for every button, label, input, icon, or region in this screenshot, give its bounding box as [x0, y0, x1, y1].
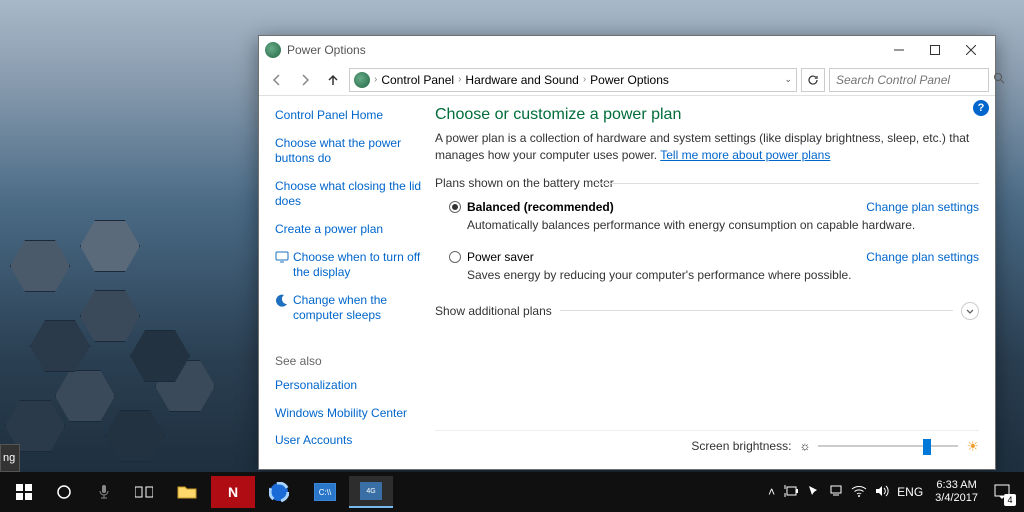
page-title: Choose or customize a power plan: [435, 106, 979, 124]
taskbar-app-netflix[interactable]: N: [211, 476, 255, 508]
volume-icon[interactable]: [875, 485, 889, 500]
breadcrumb-control-panel[interactable]: Control Panel: [381, 73, 454, 87]
taskbar-time: 6:33 AM: [935, 479, 978, 492]
plan-power-saver-change-link[interactable]: Change plan settings: [866, 250, 979, 264]
task-view-button[interactable]: [124, 472, 164, 512]
tray-overflow-icon[interactable]: ˄: [768, 485, 775, 499]
close-button[interactable]: [953, 36, 989, 64]
plan-balanced-name[interactable]: Balanced (recommended): [467, 200, 614, 214]
navigation-bar: › Control Panel › Hardware and Sound › P…: [259, 64, 995, 96]
notification-count: 4: [1004, 494, 1016, 506]
start-button[interactable]: [4, 472, 44, 512]
sidebar-closing-lid[interactable]: Choose what closing the lid does: [275, 179, 423, 210]
sidebar-control-panel-home[interactable]: Control Panel Home: [275, 108, 423, 124]
plan-power-saver: Power saver Change plan settings Saves e…: [449, 250, 979, 282]
power-options-window: Power Options › Control Panel › Hardware…: [258, 35, 996, 470]
plan-power-saver-desc: Saves energy by reducing your computer's…: [467, 268, 979, 282]
notification-center-button[interactable]: 4: [984, 472, 1020, 512]
expand-button[interactable]: [961, 302, 979, 320]
forward-button[interactable]: [293, 68, 317, 92]
action-icon[interactable]: [829, 485, 843, 500]
address-bar[interactable]: › Control Panel › Hardware and Sound › P…: [349, 68, 797, 92]
show-additional-plans-label[interactable]: Show additional plans: [435, 304, 552, 318]
plans-group-label: Plans shown on the battery meter: [435, 176, 979, 190]
sun-dim-icon: ☼: [799, 439, 810, 453]
background-window-edge: ng: [0, 444, 20, 472]
search-input[interactable]: [836, 73, 993, 87]
sun-bright-icon: ☀: [966, 438, 979, 455]
wifi-icon[interactable]: [851, 485, 867, 500]
search-box[interactable]: [829, 68, 989, 92]
breadcrumb-power-options[interactable]: Power Options: [590, 73, 669, 87]
up-button[interactable]: [321, 68, 345, 92]
chevron-right-icon: ›: [374, 74, 377, 85]
titlebar[interactable]: Power Options: [259, 36, 995, 64]
sidebar-turn-off-display[interactable]: Choose when to turn off the display: [293, 250, 423, 281]
main-content: Choose or customize a power plan A power…: [435, 96, 995, 469]
taskbar-app-generic-1[interactable]: C:\\: [303, 476, 347, 508]
sidebar-create-plan[interactable]: Create a power plan: [275, 222, 423, 238]
cortana-icon[interactable]: [44, 472, 84, 512]
taskbar-clock[interactable]: 6:33 AM 3/4/2017: [929, 479, 984, 505]
search-icon[interactable]: [993, 72, 1005, 87]
page-description: A power plan is a collection of hardware…: [435, 130, 979, 164]
display-icon: [275, 250, 289, 264]
address-dropdown-icon[interactable]: ⌄: [784, 74, 792, 85]
power-icon[interactable]: [783, 485, 799, 500]
brightness-slider-thumb[interactable]: [923, 439, 931, 455]
app-icon: [265, 42, 281, 58]
taskbar-app-file-explorer[interactable]: [165, 476, 209, 508]
back-button[interactable]: [265, 68, 289, 92]
taskbar[interactable]: N C:\\ 4G ˄ ENG 6:33 AM 3/4/2017 4: [0, 472, 1024, 512]
help-icon[interactable]: ?: [973, 100, 989, 116]
taskbar-app-generic-2[interactable]: 4G: [349, 476, 393, 508]
see-also-label: See also: [275, 354, 423, 368]
seealso-personalization[interactable]: Personalization: [275, 378, 423, 394]
plan-balanced-desc: Automatically balances performance with …: [467, 218, 979, 232]
seealso-user-accounts[interactable]: User Accounts: [275, 433, 423, 449]
brightness-label: Screen brightness:: [691, 439, 791, 453]
minimize-button[interactable]: [881, 36, 917, 64]
sidebar-computer-sleeps[interactable]: Change when the computer sleeps: [293, 293, 423, 324]
sidebar: Control Panel Home Choose what the power…: [259, 96, 435, 469]
plan-balanced: Balanced (recommended) Change plan setti…: [449, 200, 979, 232]
learn-more-link[interactable]: Tell me more about power plans: [660, 148, 830, 162]
breadcrumb-hardware-sound[interactable]: Hardware and Sound: [465, 73, 578, 87]
maximize-button[interactable]: [917, 36, 953, 64]
brightness-control: Screen brightness: ☼ ☀: [435, 430, 979, 461]
brightness-slider[interactable]: [818, 437, 958, 455]
plan-balanced-change-link[interactable]: Change plan settings: [866, 200, 979, 214]
plan-power-saver-radio[interactable]: [449, 251, 461, 263]
refresh-button[interactable]: [801, 68, 825, 92]
moon-icon: [275, 293, 289, 307]
window-title: Power Options: [287, 43, 366, 57]
taskbar-date: 3/4/2017: [935, 492, 978, 505]
taskbar-app-browser[interactable]: [257, 476, 301, 508]
chevron-right-icon: ›: [458, 74, 461, 85]
location-icon: [354, 72, 370, 88]
plan-balanced-radio[interactable]: [449, 201, 461, 213]
sidebar-power-buttons[interactable]: Choose what the power buttons do: [275, 136, 423, 167]
show-additional-plans-row: Show additional plans: [435, 302, 979, 320]
microphone-icon[interactable]: [84, 472, 124, 512]
language-indicator[interactable]: ENG: [897, 485, 923, 499]
chevron-right-icon: ›: [583, 74, 586, 85]
cursor-icon[interactable]: [807, 484, 821, 501]
seealso-mobility-center[interactable]: Windows Mobility Center: [275, 406, 423, 422]
system-tray: ˄ ENG: [762, 484, 929, 501]
plan-power-saver-name[interactable]: Power saver: [467, 250, 534, 264]
